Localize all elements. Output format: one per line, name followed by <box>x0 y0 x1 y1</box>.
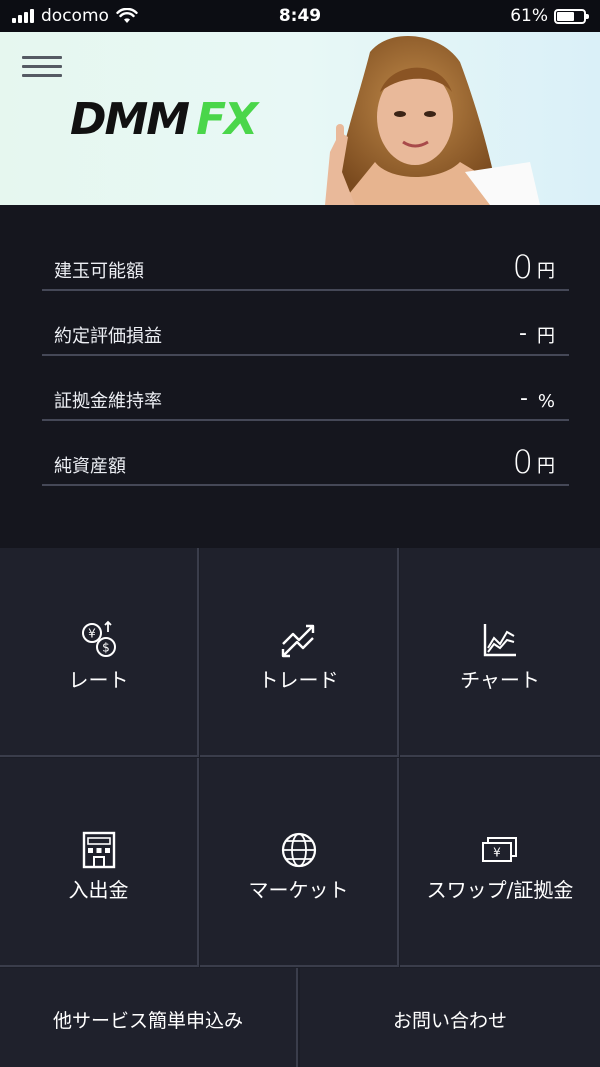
menu-tile-swap-margin[interactable]: ¥ スワップ/証拠金 <box>400 758 600 967</box>
status-right: 61% <box>510 6 589 26</box>
contact-button[interactable]: お問い合わせ <box>300 968 600 1067</box>
summary-unit: 円 <box>537 261 555 282</box>
menu-tile-label: トレード <box>258 668 339 692</box>
globe-icon <box>281 832 316 868</box>
menu-tile-trade[interactable]: トレード <box>200 548 399 757</box>
summary-value: - 円 <box>519 319 555 349</box>
svg-text:¥: ¥ <box>493 846 501 860</box>
summary-label: 純資産額 <box>54 456 126 477</box>
account-summary: 建玉可能額 0 円 約定評価損益 - 円 証拠金維持率 - % 純資産額 0 円 <box>0 205 600 548</box>
svg-text:¥: ¥ <box>88 627 96 641</box>
status-bar: docomo 8:49 61% <box>0 0 600 32</box>
other-services-label: 他サービス簡単申込み <box>52 1010 243 1032</box>
summary-row-available-margin: 建玉可能額 0 円 <box>42 241 569 291</box>
summary-unit: 円 <box>537 326 555 347</box>
battery-percent: 61% <box>510 6 548 26</box>
bank-building-icon <box>82 831 115 869</box>
dmm-fx-logo: DMM FX <box>70 98 258 142</box>
summary-label: 約定評価損益 <box>54 326 162 347</box>
summary-row-net-assets: 純資産額 0 円 <box>42 436 569 486</box>
chart-icon <box>483 624 516 657</box>
logo-primary: DMM <box>70 94 190 145</box>
summary-row-unrealized-pl: 約定評価損益 - 円 <box>42 306 569 356</box>
battery-icon <box>554 8 589 24</box>
menu-tile-deposit-withdraw[interactable]: 入出金 <box>0 758 199 967</box>
summary-number: 0 <box>512 248 533 286</box>
summary-value: 0 円 <box>513 250 555 284</box>
currency-exchange-icon: ¥ $ <box>81 620 116 657</box>
main-menu-grid: ¥ $ レート トレード チャート 入出金 マーケット ¥ スワップ/証拠金 <box>0 548 600 968</box>
summary-number: - <box>519 321 527 346</box>
logo-accent: FX <box>196 94 258 145</box>
menu-tile-label: チャート <box>460 668 540 692</box>
trade-arrows-icon <box>281 624 314 658</box>
summary-label: 証拠金維持率 <box>54 391 162 412</box>
menu-tile-chart[interactable]: チャート <box>400 548 600 757</box>
summary-number: 0 <box>512 443 533 481</box>
menu-tile-label: スワップ/証拠金 <box>426 878 574 902</box>
menu-tile-label: マーケット <box>248 878 349 902</box>
spokesperson-image <box>325 36 540 205</box>
summary-unit: % <box>537 391 555 412</box>
summary-value: - % <box>520 384 555 414</box>
summary-value: 0 円 <box>513 445 555 479</box>
contact-label: お問い合わせ <box>392 1010 507 1032</box>
hamburger-icon[interactable] <box>22 54 64 80</box>
summary-label: 建玉可能額 <box>54 261 144 282</box>
menu-tile-label: レート <box>68 668 129 692</box>
svg-text:$: $ <box>102 641 110 655</box>
header-banner: DMM FX <box>0 32 600 205</box>
other-services-button[interactable]: 他サービス簡単申込み <box>0 968 298 1067</box>
summary-unit: 円 <box>537 456 555 477</box>
menu-tile-label: 入出金 <box>68 878 129 902</box>
summary-number: - <box>519 386 528 411</box>
summary-row-margin-ratio: 証拠金維持率 - % <box>42 371 569 421</box>
menu-tile-market[interactable]: マーケット <box>200 758 399 967</box>
bottom-menu: 他サービス簡単申込み お問い合わせ <box>0 968 600 1067</box>
yen-banknote-icon: ¥ <box>482 837 517 862</box>
menu-tile-rate[interactable]: ¥ $ レート <box>0 548 199 757</box>
